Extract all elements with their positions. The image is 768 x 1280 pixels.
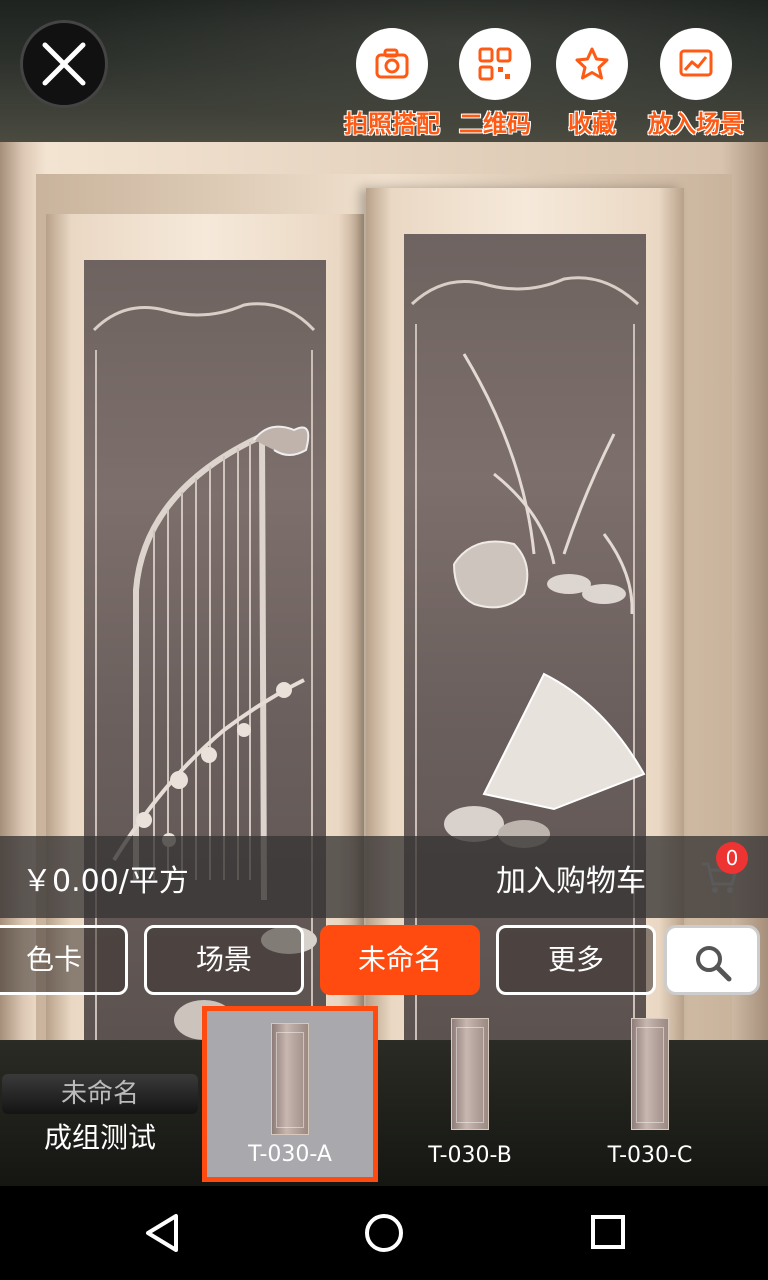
close-icon	[42, 42, 86, 86]
qr-code-label: 二维码	[459, 110, 531, 138]
door-thumbnail-image	[271, 1023, 309, 1135]
star-icon	[575, 47, 609, 80]
put-in-scene-button[interactable]: 放入场景	[646, 28, 746, 139]
cart-count-badge: 0	[716, 842, 748, 874]
product-code-label: T-030-B	[428, 1143, 512, 1168]
add-to-cart-button[interactable]: 加入购物车	[496, 856, 646, 900]
product-thumbnail-b[interactable]: T-030-B	[382, 1006, 558, 1182]
tab-color-card[interactable]: 色卡	[0, 925, 128, 995]
favorite-button[interactable]: 收藏	[542, 28, 642, 139]
tab-unnamed-label: 未命名	[357, 943, 442, 976]
search-button[interactable]	[664, 925, 760, 995]
recent-apps-icon[interactable]	[586, 1186, 630, 1280]
home-icon[interactable]	[362, 1186, 406, 1280]
product-thumbnail-c[interactable]: T-030-C	[562, 1006, 738, 1182]
tab-scene-label: 场景	[195, 943, 252, 976]
product-code-label: T-030-A	[248, 1142, 332, 1167]
favorite-label: 收藏	[568, 110, 616, 138]
product-code-label: T-030-C	[607, 1143, 693, 1168]
price-bar: ￥0.00/平方 加入购物车	[0, 836, 768, 918]
tab-color-card-label: 色卡	[25, 943, 82, 976]
door-thumbnail-image	[451, 1018, 489, 1130]
group-title: 成组测试	[43, 1121, 156, 1154]
back-icon[interactable]	[140, 1186, 184, 1280]
orchid-fan-pattern	[410, 276, 646, 1040]
tab-unnamed[interactable]: 未命名	[320, 925, 480, 995]
photo-match-label: 拍照搭配	[344, 110, 440, 138]
door-thumbnail-image	[631, 1018, 669, 1130]
qr-code-button[interactable]: 二维码	[445, 28, 545, 139]
system-navigation-bar	[0, 1186, 768, 1280]
product-thumbnail-a[interactable]: T-030-A	[202, 1006, 378, 1182]
tab-more[interactable]: 更多	[496, 925, 656, 995]
tab-scene[interactable]: 场景	[144, 925, 304, 995]
group-name-button[interactable]: 未命名	[2, 1074, 198, 1114]
close-button[interactable]	[20, 20, 108, 108]
search-icon	[696, 946, 732, 982]
photo-match-button[interactable]: 拍照搭配	[342, 28, 442, 139]
tab-more-label: 更多	[547, 943, 604, 976]
camera-icon	[375, 48, 409, 79]
put-in-scene-label: 放入场景	[648, 110, 744, 138]
qr-code-icon	[478, 47, 512, 81]
price-per-square: ￥0.00/平方	[22, 864, 189, 899]
glass-panel-right	[404, 234, 646, 1042]
scene-image-icon	[679, 49, 713, 77]
